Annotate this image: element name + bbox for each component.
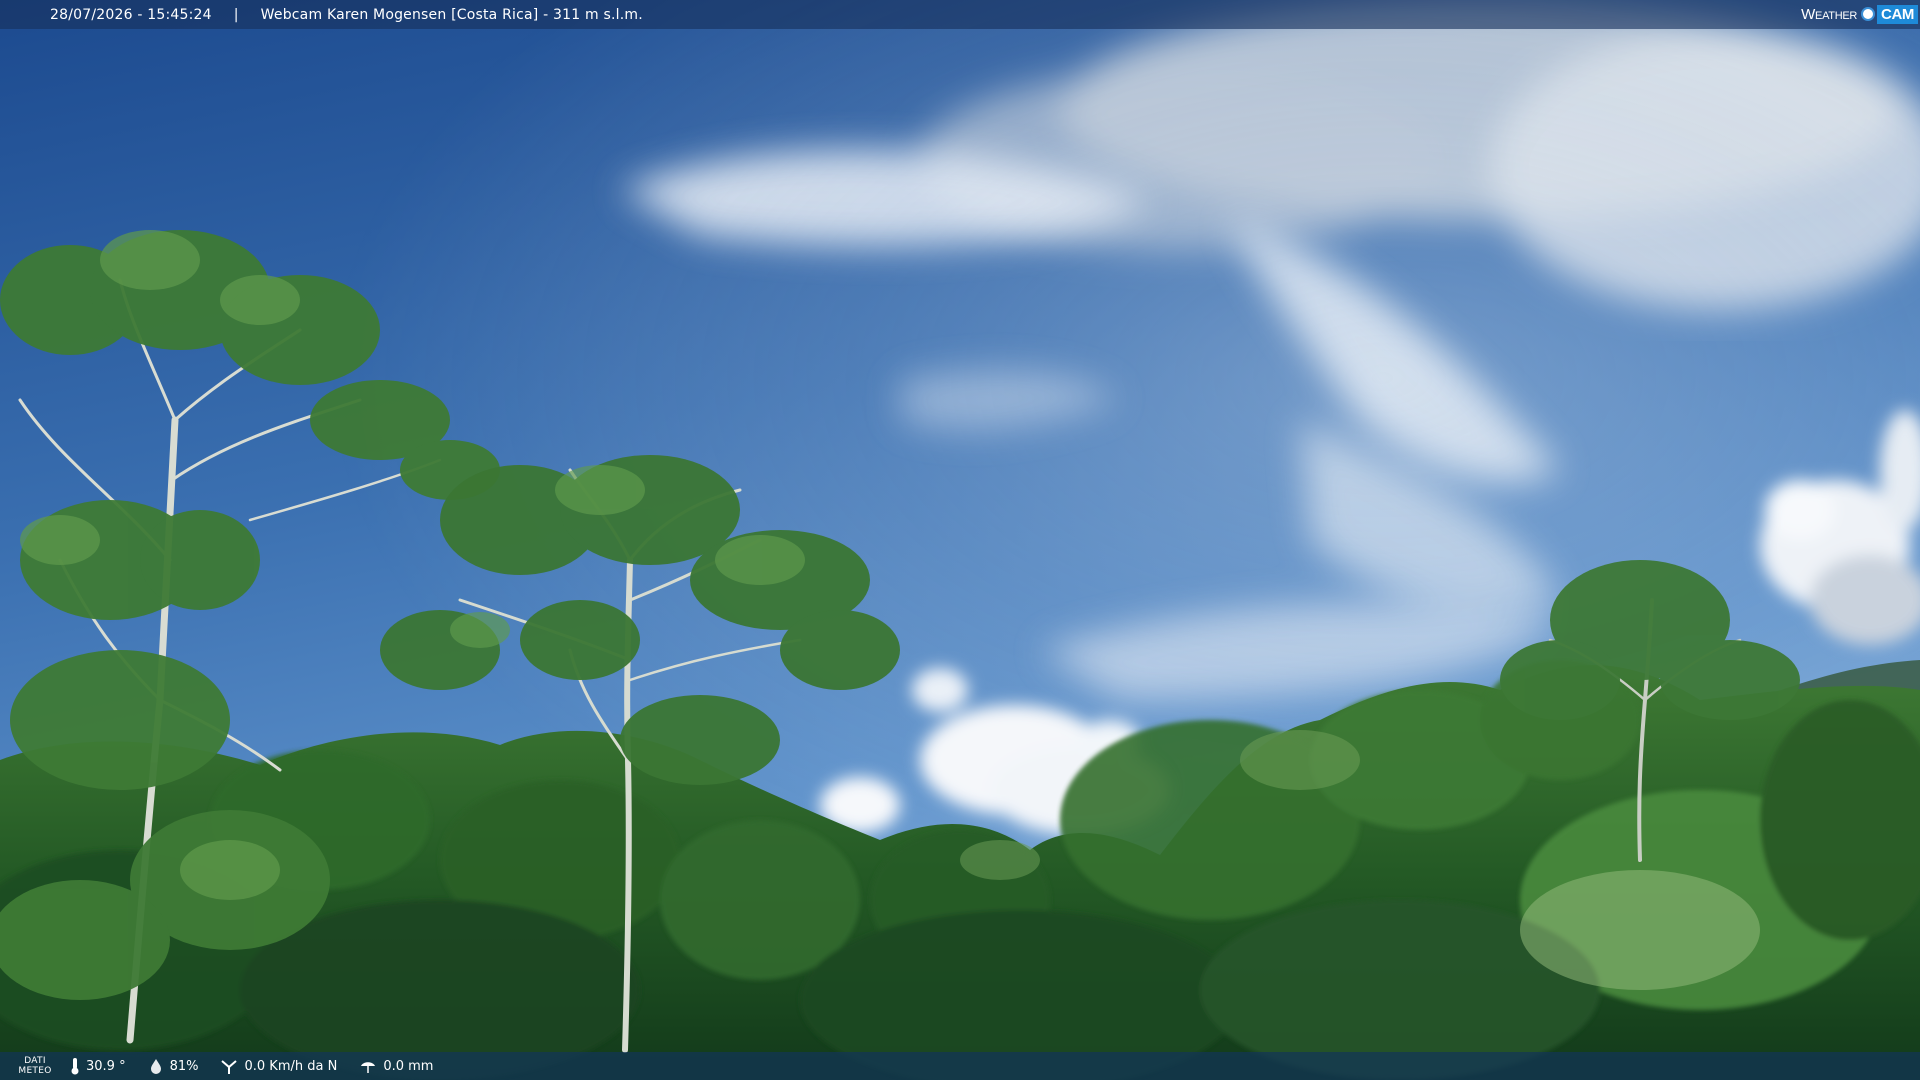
weathercam-logo: Weather CAM [1801, 3, 1918, 25]
humidity-value: 81% [169, 1058, 199, 1074]
weather-data-label-line2: METEO [18, 1066, 52, 1076]
rain-gauge-icon [361, 1062, 376, 1073]
thermometer-icon [71, 1058, 79, 1075]
logo-dot-icon [1861, 7, 1876, 21]
temperature-value: 30.9 ° [86, 1058, 126, 1074]
weather-data-bar: DATI METEO 30.9 ° 81% 0.0 Km/h da N 0.0 … [0, 1052, 1920, 1080]
webcam-title: Webcam Karen Mogensen [Costa Rica] - 311… [260, 6, 643, 23]
humidity-drop-icon [150, 1059, 161, 1074]
title-separator: | [233, 6, 239, 23]
wind-reading: 0.0 Km/h da N [220, 1058, 337, 1074]
weather-data-label-line1: DATI [24, 1056, 46, 1066]
temperature-reading: 30.9 ° [70, 1057, 126, 1075]
rain-value: 0.0 mm [383, 1058, 434, 1074]
wind-value: 0.0 Km/h da N [244, 1058, 338, 1074]
timestamp: 28/07/2026 - 15:45:24 [50, 6, 212, 23]
webcam-view: 28/07/2026 - 15:45:24 | Webcam Karen Mog… [0, 0, 1920, 1080]
logo-cam-text: CAM [1877, 4, 1918, 24]
webcam-scene-image [0, 0, 1920, 1080]
logo-weather-text: Weather [1801, 5, 1858, 23]
wind-vane-icon [221, 1060, 238, 1074]
rain-reading: 0.0 mm [359, 1058, 433, 1074]
humidity-reading: 81% [148, 1058, 199, 1074]
weather-data-label: DATI METEO [0, 1056, 70, 1076]
top-info-bar: 28/07/2026 - 15:45:24 | Webcam Karen Mog… [0, 0, 1920, 29]
